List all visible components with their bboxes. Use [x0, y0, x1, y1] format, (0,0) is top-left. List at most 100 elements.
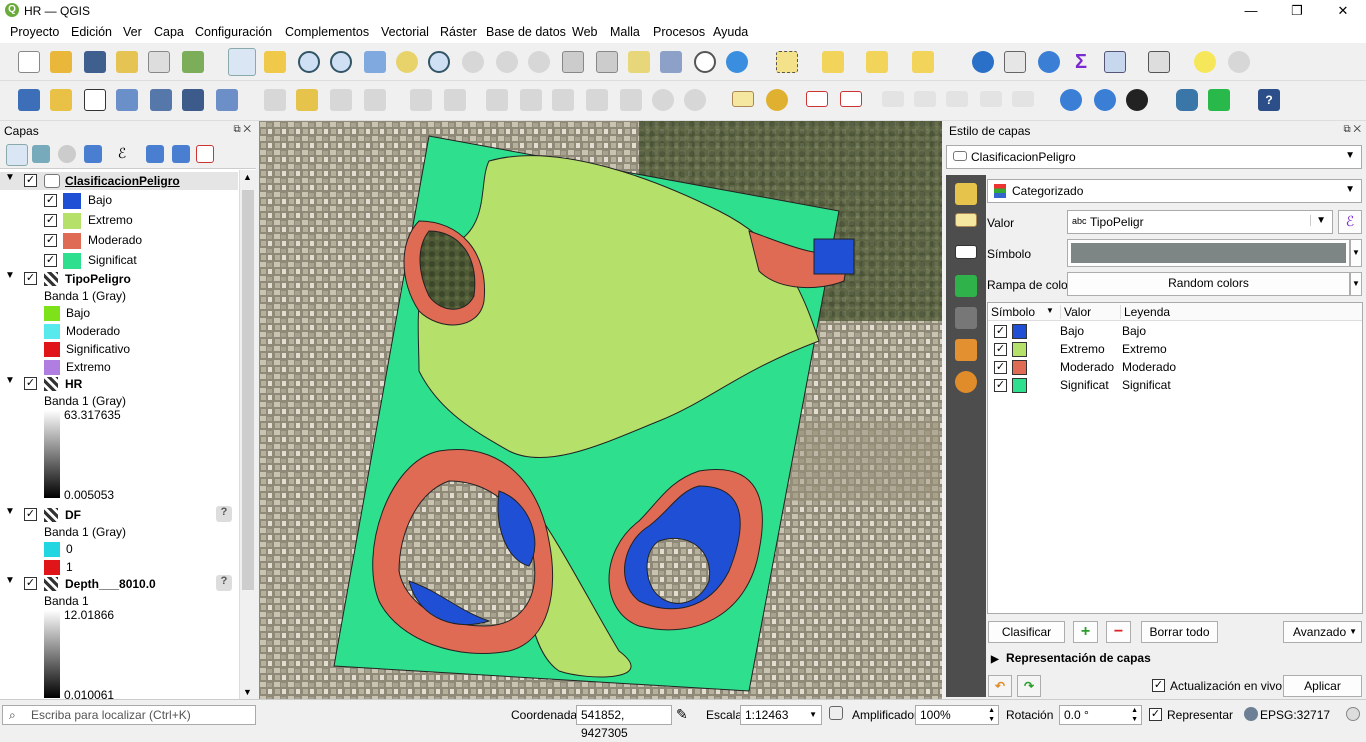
open-table-icon[interactable] — [1104, 51, 1126, 73]
minimize-button[interactable]: — — [1228, 0, 1274, 22]
layer-visibility-checkbox[interactable]: ✓ — [24, 174, 37, 187]
symbol-dropdown[interactable]: ▼ — [1350, 239, 1362, 267]
temporal-controller-icon[interactable] — [694, 51, 716, 73]
deselect-features-icon[interactable] — [866, 51, 888, 73]
scroll-thumb[interactable] — [242, 190, 254, 590]
history-tab-icon[interactable] — [955, 371, 977, 393]
category-swatch[interactable] — [1012, 378, 1027, 393]
locator-search-input[interactable]: ⌕ Escriba para localizar (Ctrl+K) — [2, 705, 256, 725]
select-by-value-icon[interactable] — [822, 51, 844, 73]
layer-row-depth[interactable]: ▼ ✓ Depth___8010.0 ? — [0, 575, 238, 593]
restore-button[interactable]: ❐ — [1274, 0, 1320, 22]
add-line-icon[interactable] — [364, 89, 386, 111]
warning-help-icon[interactable]: ? — [216, 506, 232, 522]
collapse-arrow-icon[interactable]: ▼ — [5, 506, 15, 517]
apply-button[interactable]: Aplicar — [1283, 675, 1362, 697]
zoom-in-icon[interactable] — [298, 51, 320, 73]
new-project-icon[interactable] — [18, 51, 40, 73]
paste-features-icon[interactable] — [620, 89, 642, 111]
warning-help-icon[interactable]: ? — [216, 575, 232, 591]
move-label-icon[interactable] — [882, 91, 904, 107]
delete-selected-icon[interactable] — [520, 89, 542, 111]
menu-web[interactable]: Web — [572, 25, 597, 39]
layer-rendering-section[interactable]: ▶ Representación de capas — [991, 651, 1151, 665]
header-valor[interactable]: Valor — [1060, 305, 1091, 319]
magnifier-field[interactable]: 100% ▲ ▼ — [915, 705, 999, 725]
class-checkbox[interactable]: ✓ — [44, 254, 57, 267]
select-location-icon[interactable] — [912, 51, 934, 73]
menu-raster[interactable]: Ráster — [440, 25, 477, 39]
layer-row-clasificacionpeligro[interactable]: ▼ ✓ ClasificacionPeligro — [0, 172, 238, 190]
value-field-select[interactable]: abc TipoPeligr ▼ — [1067, 210, 1333, 234]
zoom-native-icon[interactable] — [462, 51, 484, 73]
renderer-selector[interactable]: Categorizado ▼ — [987, 179, 1362, 203]
legend-item[interactable]: ✓ Significat — [0, 251, 238, 269]
symbology-tab-icon[interactable] — [955, 183, 977, 205]
class-checkbox[interactable]: ✓ — [44, 234, 57, 247]
category-swatch[interactable] — [1012, 324, 1027, 339]
menu-procesos[interactable]: Procesos — [653, 25, 705, 39]
panel-close-icon[interactable]: ⧉ ✕ — [1343, 124, 1361, 135]
diagram-icon[interactable] — [766, 89, 788, 111]
select-features-icon[interactable] — [776, 51, 798, 73]
ramp-dropdown[interactable]: ▼ — [1350, 272, 1362, 296]
category-checkbox[interactable]: ✓ — [994, 325, 1007, 338]
render-checkbox[interactable]: ✓ — [1149, 708, 1162, 721]
statistics-sigma-icon[interactable]: Σ — [1070, 51, 1092, 73]
show-bookmarks-icon[interactable] — [660, 51, 682, 73]
collapse-arrow-icon[interactable]: ▼ — [5, 375, 15, 386]
zoom-to-selection-icon[interactable] — [396, 51, 418, 73]
menu-edicion[interactable]: Edición — [71, 25, 112, 39]
measure-icon[interactable] — [1148, 51, 1170, 73]
redo-style-icon[interactable]: ↷ — [1017, 675, 1041, 697]
header-leyenda[interactable]: Leyenda — [1120, 305, 1170, 319]
category-checkbox[interactable]: ✓ — [994, 361, 1007, 374]
collapse-arrow-icon[interactable]: ▼ — [5, 270, 15, 281]
collapse-arrow-icon[interactable]: ▼ — [5, 575, 15, 586]
expression-button[interactable]: ℰ — [1338, 210, 1362, 234]
identify-features-icon[interactable] — [972, 51, 994, 73]
category-swatch[interactable] — [1012, 342, 1027, 357]
scale-field[interactable]: 1:12463 ▼ — [740, 705, 822, 725]
classify-button[interactable]: Clasificar — [988, 621, 1065, 643]
rotation-field[interactable]: 0.0 ° ▲ ▼ — [1059, 705, 1142, 725]
zoom-to-layer-icon[interactable] — [428, 51, 450, 73]
redo-icon[interactable] — [684, 89, 706, 111]
toggle-editing-icon[interactable] — [296, 89, 318, 111]
messages-icon[interactable] — [1346, 707, 1360, 721]
modify-attributes-icon[interactable] — [486, 89, 508, 111]
layer-visibility-checkbox[interactable]: ✓ — [24, 272, 37, 285]
crs-label[interactable]: EPSG:32717 — [1260, 708, 1330, 722]
cut-features-icon[interactable] — [552, 89, 574, 111]
menu-ayuda[interactable]: Ayuda — [713, 25, 748, 39]
layout-manager-icon[interactable] — [148, 51, 170, 73]
diagrams-tab-icon[interactable] — [955, 307, 977, 329]
remove-category-icon[interactable]: − — [1106, 621, 1131, 643]
spinner-icon[interactable]: ▲ ▼ — [1131, 706, 1138, 724]
legend-item[interactable]: ✓ Extremo — [0, 211, 238, 229]
add-feature-icon[interactable] — [410, 89, 432, 111]
manage-visibility-icon[interactable] — [58, 145, 76, 163]
data-source-manager-icon[interactable] — [18, 89, 40, 111]
layer-tree-scrollbar[interactable]: ▲ ▼ — [239, 170, 256, 699]
zoom-next-icon[interactable] — [528, 51, 550, 73]
label-toolbar-icon[interactable] — [732, 91, 754, 107]
delete-all-button[interactable]: Borrar todo — [1141, 621, 1218, 643]
refresh-icon[interactable] — [726, 51, 748, 73]
table-row[interactable]: ✓ Bajo Bajo — [988, 322, 1362, 340]
panel-close-icon[interactable]: ⧉ ✕ — [233, 124, 251, 135]
zoom-out-icon[interactable] — [330, 51, 352, 73]
change-label-icon[interactable] — [946, 91, 968, 107]
menu-malla[interactable]: Malla — [610, 25, 640, 39]
vertex-tool-icon[interactable] — [444, 89, 466, 111]
rotate-label-icon[interactable] — [914, 91, 936, 107]
settings-gear-icon[interactable] — [1228, 51, 1250, 73]
class-checkbox[interactable]: ✓ — [44, 214, 57, 227]
add-vector-layer-icon[interactable] — [150, 89, 172, 111]
pan-map-icon[interactable] — [228, 48, 256, 76]
menu-vectorial[interactable]: Vectorial — [381, 25, 429, 39]
coordinate-field[interactable]: 541852, 9427305 — [576, 705, 672, 740]
header-simbolo[interactable]: Símbolo — [991, 305, 1035, 319]
table-row[interactable]: ✓ Significat Significat — [988, 376, 1362, 394]
undo-style-icon[interactable]: ↶ — [988, 675, 1012, 697]
